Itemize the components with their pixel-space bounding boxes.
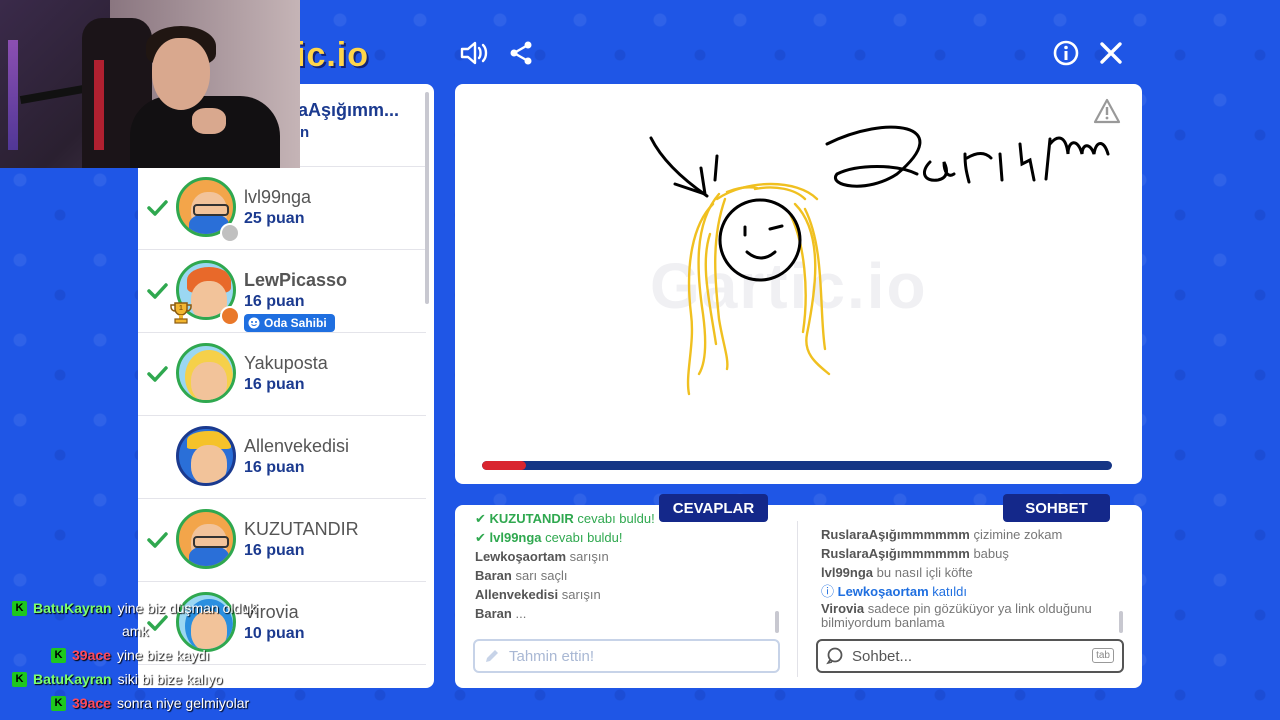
info-icon[interactable] (1051, 38, 1081, 68)
player-name: KUZUTANDIR (244, 519, 359, 539)
smiley-icon (248, 317, 260, 329)
chat-message: Virovia sadece pin gözüküyor ya link old… (821, 601, 1092, 616)
chat-scrollbar[interactable] (1119, 611, 1123, 633)
kick-icon: K (12, 600, 27, 616)
player-score: 25 puan (244, 210, 305, 227)
check-icon (147, 532, 168, 548)
player-list: aAşığımm... n lvl99nga 25 puan 1 LewPica… (138, 84, 434, 688)
kick-icon: K (12, 671, 27, 687)
share-icon[interactable] (506, 38, 536, 68)
webcam-overlay (0, 0, 300, 168)
player-score: 16 puan (244, 459, 305, 476)
round-timer-fill (482, 461, 527, 470)
chat-bubble-icon (826, 647, 843, 665)
player-row: Allenvekedisi 16 puan (138, 416, 426, 499)
avatar (176, 509, 236, 569)
answer-message: ✔ lvl99nga cevabı buldu! (475, 530, 623, 545)
chat-input-placeholder: Sohbet... (852, 647, 913, 665)
status-dot (220, 223, 240, 243)
trophy-rank: 1 (179, 305, 183, 312)
check-icon (147, 366, 168, 382)
player-row: KUZUTANDIR 16 puan (138, 499, 426, 582)
player-score: 16 puan (244, 376, 305, 393)
answer-message: Baran sarı saçlı (475, 568, 568, 583)
answer-message: Lewkoşaortam sarışın (475, 549, 609, 564)
stream-chat-message: K 39ace sonra niye gelmiyolar (51, 695, 249, 711)
guess-input[interactable]: Tahmin ettin! (473, 639, 780, 673)
player-name: LewPicasso (244, 270, 348, 290)
tab-key-hint: tab (1092, 648, 1114, 663)
answer-message: Allenvekedisi sarışın (475, 587, 601, 602)
check-icon (147, 200, 168, 216)
player-name: Allenvekedisi (244, 436, 350, 456)
player-name: lvl99nga (244, 187, 312, 207)
pencil-icon (486, 650, 498, 662)
answer-message: ✔ KUZUTANDIR cevabı buldu! (475, 511, 655, 526)
tab-chat[interactable]: SOHBET (1003, 494, 1110, 522)
chat-panels: ✔ KUZUTANDIR cevabı buldu! ✔ lvl99nga ce… (455, 505, 1142, 688)
avatar (176, 426, 236, 486)
chat-message: bilmiyordum banlama (821, 615, 945, 630)
player-row: Yakuposta 16 puan (138, 333, 426, 416)
answer-message: Baran ... (475, 606, 527, 621)
player-name: aAşığımm... (298, 100, 400, 120)
player-row: lvl99nga 25 puan (138, 167, 426, 250)
drawing-canvas[interactable]: Gartic.io (455, 84, 1142, 484)
chat-message: ⓘ Lewkoşaortam katıldı (821, 584, 967, 599)
avatar (176, 343, 236, 403)
chat-message: RuslaraAşığımmmmmm çizimine zokam (821, 527, 1063, 542)
stream-chat-message: K BatuKayran yine biz düşman olduk (12, 600, 256, 616)
close-icon[interactable] (1096, 38, 1126, 68)
player-name: Yakuposta (244, 353, 328, 373)
room-owner-badge: Oda Sahibi (244, 314, 335, 332)
answers-scrollbar[interactable] (775, 611, 779, 633)
stream-chat-message: K BatuKayran siki bi bize kalıyo (12, 671, 223, 687)
trophy-icon: 1 (170, 302, 192, 324)
answers-list: ✔ KUZUTANDIR cevabı buldu! ✔ lvl99nga ce… (475, 511, 655, 623)
check-icon (147, 283, 168, 299)
panel-divider (797, 521, 798, 677)
badge-label: Oda Sahibi (264, 316, 327, 330)
round-timer-bar (482, 461, 1112, 470)
chat-message: RuslaraAşığımmmmmm babuş (821, 546, 1009, 561)
player-row: 1 LewPicasso 16 puan Oda Sahibi (138, 250, 426, 333)
stream-chat-message: K 39ace yine bize kaydı (51, 647, 210, 663)
player-list-scrollbar[interactable] (425, 92, 429, 304)
app-logo[interactable]: ic.io (296, 36, 369, 75)
guess-input-placeholder: Tahmin ettin! (509, 647, 595, 665)
kick-icon: K (51, 647, 66, 663)
stream-chat-message: amk (122, 623, 149, 639)
player-score: 16 puan (244, 293, 305, 310)
chat-input[interactable]: Sohbet... tab (816, 639, 1124, 673)
drawing (649, 125, 1110, 396)
player-score: 16 puan (244, 542, 305, 559)
kick-icon: K (51, 695, 66, 711)
chat-list: RuslaraAşığımmmmmm çizimine zokam Ruslar… (821, 525, 1092, 630)
player-score: n (300, 124, 310, 141)
tab-answers[interactable]: CEVAPLAR (659, 494, 768, 522)
status-dot (220, 306, 240, 326)
chat-message: lvl99nga bu nasıl içli köfte (821, 565, 973, 580)
player-score: 10 puan (244, 625, 305, 642)
speaker-icon[interactable] (459, 38, 489, 68)
